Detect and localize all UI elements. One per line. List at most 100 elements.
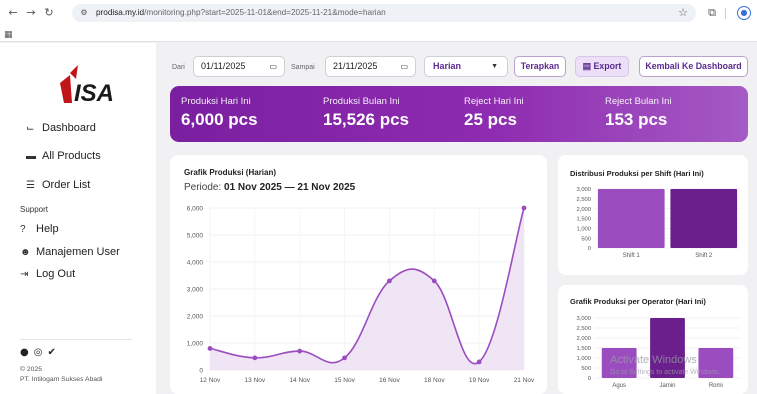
x-tick-label: Jamin (659, 383, 675, 389)
y-tick-label: 1,000 (576, 356, 591, 362)
bookmark-star-icon[interactable]: ☆ (676, 6, 690, 20)
copyright-company: PT. Intilogam Sukses Abadi (20, 376, 103, 383)
x-tick-label: 19 Nov (469, 377, 490, 384)
calendar-icon[interactable]: ▭ (269, 57, 277, 76)
copyright: © 2025 PT. Intilogam Sukses Abadi (20, 365, 102, 385)
back-to-dashboard-button[interactable]: Kembali Ke Dashboard (639, 56, 748, 77)
mode-select[interactable]: Harian ▼ (424, 56, 508, 77)
sidebar-item-label: Manajemen User (36, 246, 120, 258)
from-date-input[interactable]: 01/11/2025 ▭ (193, 56, 285, 77)
chart-line-icon: ⌙ (26, 123, 35, 134)
list-icon: ☰ (26, 180, 35, 191)
file-export-icon: ▤ (582, 61, 594, 71)
y-tick-label: 1,500 (576, 217, 591, 223)
support-section-label: Support (20, 205, 49, 214)
x-tick-label: Shift 2 (695, 253, 713, 259)
users-icon: ☻ (20, 247, 31, 258)
data-point (387, 278, 392, 284)
y-tick-label: 0 (199, 368, 203, 375)
y-tick-label: 1,000 (187, 341, 204, 348)
x-tick-label: 12 Nov (200, 377, 221, 384)
y-tick-label: 5,000 (187, 233, 204, 240)
stat-label: Produksi Hari Ini (181, 96, 251, 107)
stat-reject-bulan-ini: Reject Bulan Ini 153 pcs (605, 96, 672, 130)
y-tick-label: 2,000 (576, 207, 591, 213)
sidebar-item-label: Order List (42, 179, 91, 191)
bar (670, 189, 738, 248)
logo-text: ISA (74, 80, 114, 107)
reload-icon[interactable]: ↻ (42, 6, 56, 20)
sidebar-item-all-products[interactable]: ▬ All Products (26, 148, 101, 164)
production-chart-card: Grafik Produksi (Harian) Periode: 01 Nov… (170, 155, 547, 394)
sidebar-item-label: Log Out (36, 268, 76, 280)
stat-value: 15,526 pcs (323, 110, 410, 129)
data-point (207, 346, 213, 351)
sidebar-item-dashboard[interactable]: ⌙ Dashboard (26, 120, 96, 136)
sidebar-item-label: All Products (42, 150, 101, 162)
operator-bar-chart: 0 500 1,000 1,500 2,000 2,500 3,000 Agus Jamin Ro… (576, 316, 740, 389)
export-label: Export (593, 61, 622, 71)
url-host: prodisa.my.id (96, 8, 145, 17)
y-tick-label: 2,000 (187, 314, 204, 321)
github-icon[interactable]: ● (20, 347, 29, 358)
y-tick-label: 4,000 (187, 260, 204, 267)
stat-label: Reject Hari Ini (464, 96, 524, 107)
back-arrow-icon[interactable]: ← (6, 6, 20, 20)
data-point (252, 355, 258, 361)
y-tick-label: 1,000 (576, 227, 591, 233)
y-tick-label: 500 (581, 366, 591, 372)
x-tick-label: 18 Nov (424, 377, 445, 384)
stats-banner: Produksi Hari Ini 6,000 pcs Produksi Bul… (170, 86, 748, 142)
sidebar-item-manajemen-user[interactable]: ☻ Manajemen User (20, 244, 120, 260)
x-tick-label: 21 Nov (514, 377, 535, 384)
address-bar[interactable]: ⚙ prodisa.my.id/monitoring.php?start=202… (72, 4, 696, 22)
data-point (297, 348, 303, 354)
stat-produksi-hari-ini: Produksi Hari Ini 6,000 pcs (181, 96, 258, 130)
sidebar-item-help[interactable]: ? Help (20, 221, 59, 237)
y-tick-label: 3,000 (576, 187, 591, 193)
stat-label: Produksi Bulan Ini (323, 96, 400, 107)
browser-toolbar: ← → ↻ ⚙ prodisa.my.id/monitoring.php?sta… (0, 0, 757, 42)
y-tick-label: 2,000 (576, 336, 591, 342)
profile-icon[interactable]: ● (737, 6, 751, 20)
y-tick-label: 3,000 (576, 316, 591, 322)
apply-button[interactable]: Terapkan (514, 56, 566, 77)
data-point (521, 205, 527, 211)
to-label: Sampai (291, 64, 315, 71)
from-label: Dari (172, 64, 185, 71)
x-tick-label: Shift 1 (623, 253, 641, 259)
forward-arrow-icon[interactable]: → (24, 6, 38, 20)
mode-value: Harian (433, 61, 462, 71)
copyright-year: © 2025 (20, 366, 43, 373)
x-tick-label: 16 Nov (379, 377, 400, 384)
y-tick-label: 0 (588, 246, 591, 252)
twitter-icon[interactable]: ✔ (47, 347, 55, 358)
shift-bar-chart: 0 500 1,000 1,500 2,000 2,500 3,000 Shift 1 Shif… (576, 187, 740, 259)
company-logo: ISA (60, 65, 114, 107)
chevron-down-icon: ▼ (491, 63, 498, 70)
export-button[interactable]: ▤ Export (575, 56, 629, 77)
operator-chart-card: Grafik Produksi per Operator (Hari Ini) … (558, 285, 748, 394)
stat-value: 25 pcs (464, 110, 517, 129)
apps-grid-icon[interactable]: ▦ (4, 30, 13, 40)
site-info-icon[interactable]: ⚙ (78, 8, 90, 18)
question-icon: ? (20, 224, 26, 235)
sidebar-item-label: Dashboard (42, 122, 96, 134)
bar (597, 189, 665, 248)
to-date-input[interactable]: 21/11/2025 ▭ (325, 56, 416, 77)
x-tick-label: Agus (612, 383, 626, 389)
sidebar-item-log-out[interactable]: ⇥ Log Out (20, 266, 75, 282)
y-tick-label: 1,500 (576, 346, 591, 352)
stat-produksi-bulan-ini: Produksi Bulan Ini 15,526 pcs (323, 96, 409, 130)
to-date-value: 21/11/2025 (333, 61, 378, 71)
y-tick-label: 3,000 (187, 287, 204, 294)
activation-watermark: Activate Windows (610, 354, 697, 366)
sidebar-divider (20, 339, 132, 340)
sidebar-item-order-list[interactable]: ☰ Order List (26, 177, 90, 193)
extensions-icon[interactable]: ⧉ (705, 6, 719, 20)
activation-watermark-sub: Go to Settings to activate Windows. (610, 369, 721, 376)
y-tick-label: 2,500 (576, 197, 591, 203)
data-point (476, 359, 482, 365)
instagram-icon[interactable]: ◎ (34, 347, 43, 358)
calendar-icon[interactable]: ▭ (400, 57, 408, 76)
